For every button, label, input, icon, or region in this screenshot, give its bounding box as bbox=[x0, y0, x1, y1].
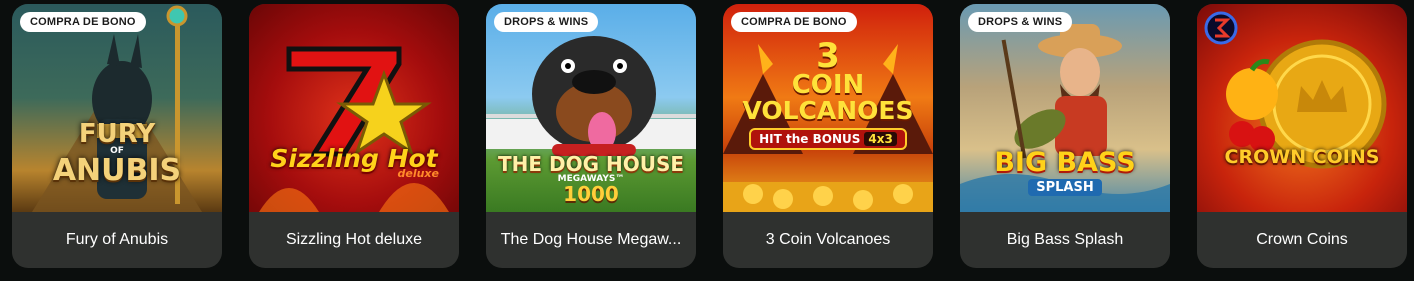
game-thumbnail[interactable]: Sizzling Hot deluxe bbox=[249, 4, 459, 212]
game-carousel: COMPRA DE BONO FURY OF ANUBIS Fury of An… bbox=[12, 4, 1407, 268]
game-title[interactable]: Fury of Anubis bbox=[12, 212, 222, 268]
promo-badge: COMPRA DE BONO bbox=[20, 12, 146, 32]
game-title[interactable]: Crown Coins bbox=[1197, 212, 1407, 268]
hit-the-bonus-banner: HIT the BONUS 4x3 bbox=[749, 128, 907, 150]
game-card-3-coin-volcanoes[interactable]: COMPRA DE BONO 3 COIN VOLCANOES HIT the … bbox=[723, 4, 933, 268]
game-title[interactable]: Sizzling Hot deluxe bbox=[249, 212, 459, 268]
game-logo-line: SPLASH bbox=[1028, 179, 1102, 196]
game-thumbnail[interactable]: DROPS & WINS THE DOG HOUSE MEGAWAYS™ 100… bbox=[486, 4, 696, 212]
game-thumbnail[interactable]: COMPRA DE BONO 3 COIN VOLCANOES HIT the … bbox=[723, 4, 933, 212]
promo-badge: COMPRA DE BONO bbox=[731, 12, 857, 32]
game-logo-line: FURY bbox=[78, 119, 156, 149]
game-thumbnail[interactable]: DROPS & WINS BIG BASS SPLASH bbox=[960, 4, 1170, 212]
game-card-fury-of-anubis[interactable]: COMPRA DE BONO FURY OF ANUBIS Fury of An… bbox=[12, 4, 222, 268]
game-logo-line: COIN bbox=[791, 70, 865, 100]
game-thumbnail[interactable]: CROWN COINS bbox=[1197, 4, 1407, 212]
game-logo-line: 3 bbox=[816, 36, 840, 76]
game-title[interactable]: The Dog House Megaw... bbox=[486, 212, 696, 268]
promo-badge: DROPS & WINS bbox=[968, 12, 1073, 32]
game-logo-line: BIG BASS bbox=[994, 147, 1136, 178]
game-logo-line: CROWN COINS bbox=[1224, 146, 1380, 168]
game-logo-line: THE DOG HOUSE bbox=[497, 152, 685, 176]
crown-coin-art-icon bbox=[1204, 11, 1387, 169]
game-title[interactable]: 3 Coin Volcanoes bbox=[723, 212, 933, 268]
game-logo-line: 1000 bbox=[563, 182, 619, 206]
game-logo-line: HIT the BONUS bbox=[759, 132, 861, 146]
game-card-crown-coins[interactable]: CROWN COINS Crown Coins bbox=[1197, 4, 1407, 268]
game-logo-line: ANUBIS bbox=[52, 153, 182, 188]
game-logo-line: VOLCANOES bbox=[742, 96, 914, 125]
game-title[interactable]: Big Bass Splash bbox=[960, 212, 1170, 268]
seven-star-art-icon bbox=[259, 46, 449, 212]
game-logo-line: 4x3 bbox=[864, 132, 897, 146]
game-thumbnail[interactable]: COMPRA DE BONO FURY OF ANUBIS bbox=[12, 4, 222, 212]
game-card-sizzling-hot-deluxe[interactable]: Sizzling Hot deluxe Sizzling Hot deluxe bbox=[249, 4, 459, 268]
game-card-big-bass-splash[interactable]: DROPS & WINS BIG BASS SPLASH Big Bass Sp… bbox=[960, 4, 1170, 268]
promo-badge: DROPS & WINS bbox=[494, 12, 599, 32]
game-card-the-dog-house-megaways[interactable]: DROPS & WINS THE DOG HOUSE MEGAWAYS™ 100… bbox=[486, 4, 696, 268]
